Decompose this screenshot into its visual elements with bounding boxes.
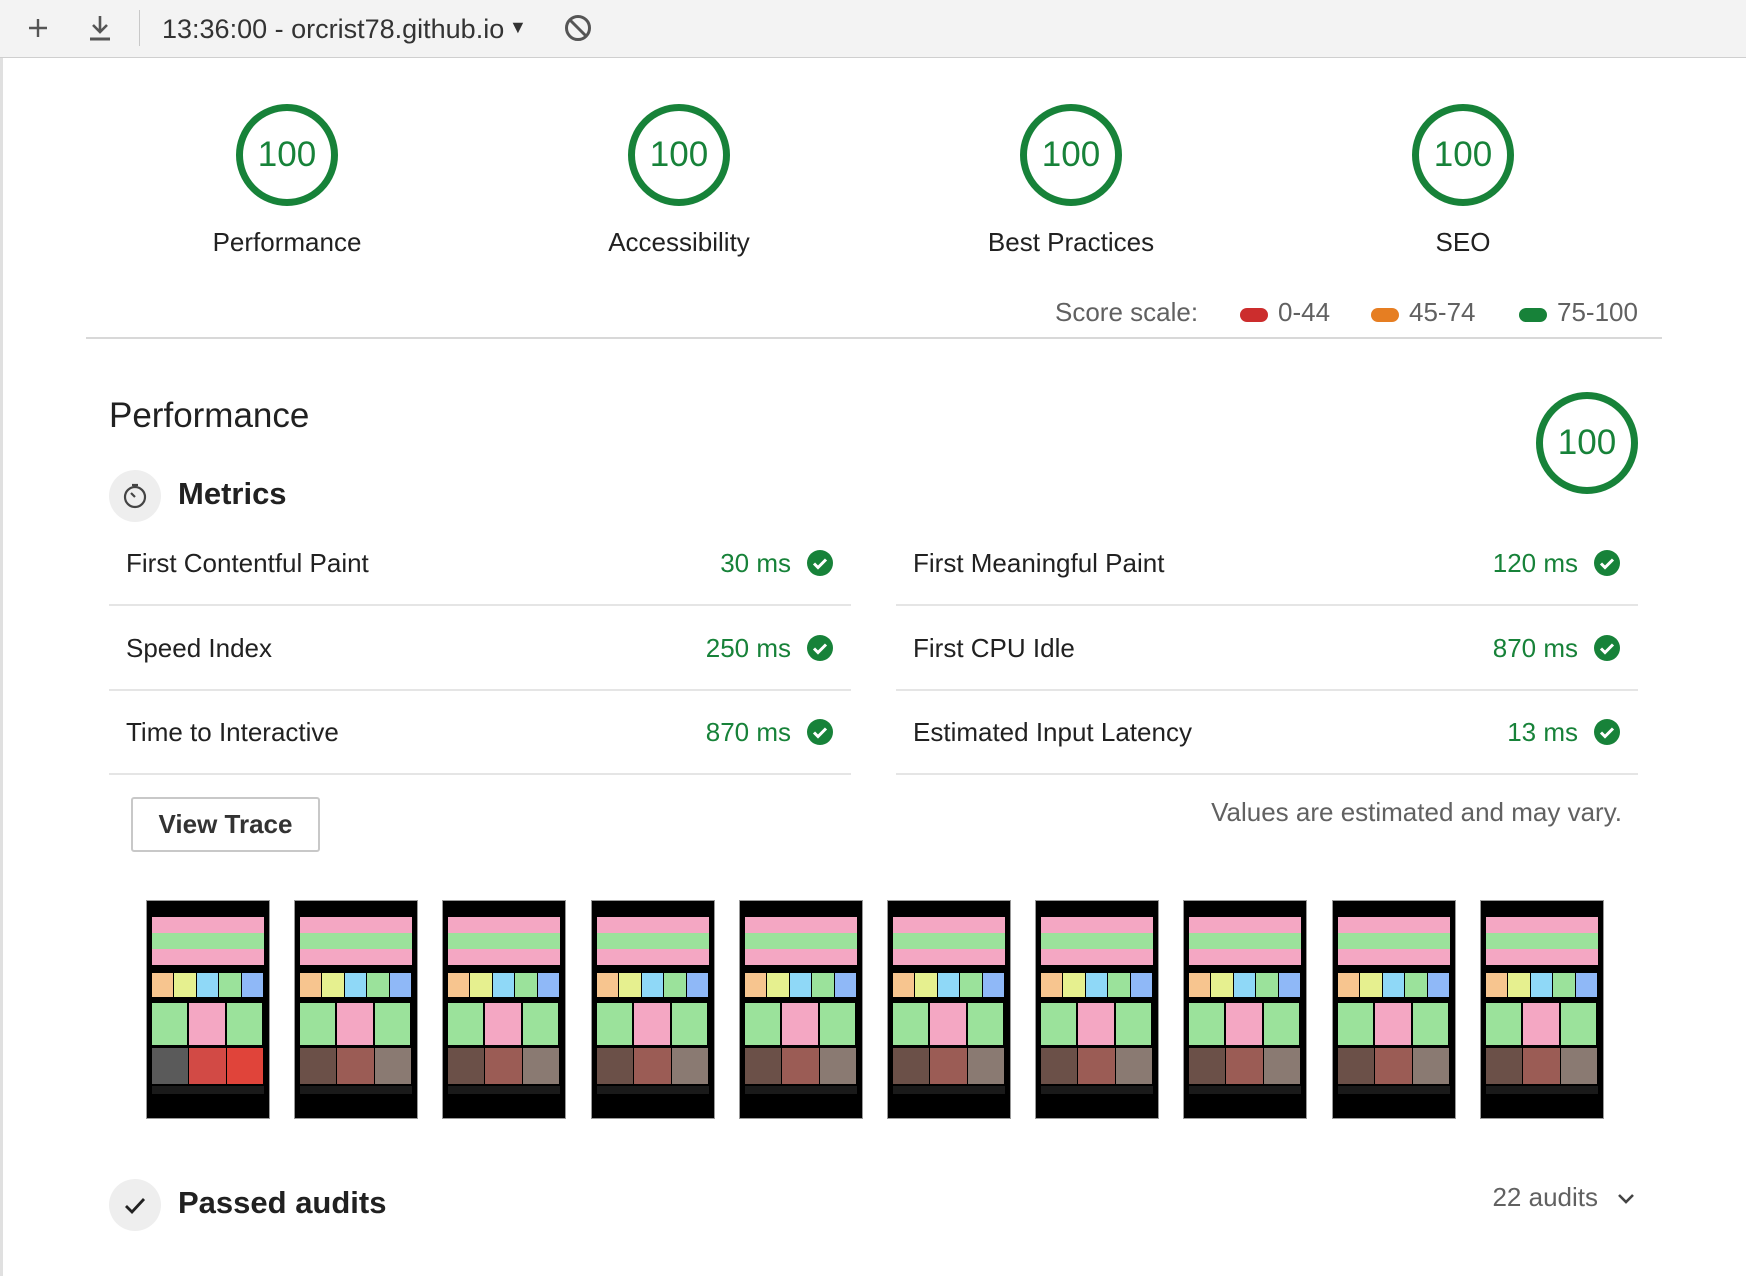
seo-gauge-label: SEO: [1435, 227, 1491, 257]
metric-estimated-input-latency: Estimated Input Latency 13 ms: [896, 691, 1638, 775]
filmstrip-frame: [294, 900, 418, 1119]
view-trace-button[interactable]: View Trace: [131, 797, 320, 852]
metric-name: Time to Interactive: [126, 717, 339, 747]
filmstrip-frame: [739, 900, 863, 1119]
best-practices-gauge[interactable]: 100: [1020, 104, 1122, 206]
scale-green-pill: [1519, 308, 1547, 322]
passed-audits-heading[interactable]: Passed audits: [178, 1185, 386, 1221]
seo-gauge[interactable]: 100: [1412, 104, 1514, 206]
metric-name: First CPU Idle: [913, 633, 1075, 663]
filmstrip-frame: [1332, 900, 1456, 1119]
check-circle-icon: [807, 635, 833, 661]
metric-value: 120 ms: [1492, 548, 1578, 578]
performance-gauge[interactable]: 100: [236, 104, 338, 206]
metric-value: 870 ms: [705, 717, 791, 747]
metrics-heading: Metrics: [178, 476, 287, 511]
score-scale-label: Score scale:: [1055, 297, 1199, 327]
scale-red-pill: [1240, 308, 1268, 322]
filmstrip-frame: [1183, 900, 1307, 1119]
metric-value: 250 ms: [705, 633, 791, 663]
check-circle-icon: [1594, 635, 1620, 661]
toolbar-separator: [139, 10, 140, 46]
metric-value: 13 ms: [1507, 717, 1578, 747]
passed-audits-count: 22 audits: [1492, 1182, 1598, 1212]
check-circle-icon: [1594, 719, 1620, 745]
devtools-toolbar: 13:36:00 - orcrist78.github.io ▼: [0, 0, 1746, 58]
timer-icon: [109, 470, 161, 522]
accessibility-gauge-label: Accessibility: [608, 227, 750, 257]
metric-value: 870 ms: [1492, 633, 1578, 663]
check-circle-icon: [1594, 550, 1620, 576]
download-icon[interactable]: [82, 10, 118, 46]
metric-first-cpu-idle: First CPU Idle 870 ms: [896, 607, 1638, 691]
performance-gauge-label: Performance: [212, 227, 362, 257]
checkmark-icon: [109, 1179, 161, 1231]
scale-red-range: 0-44: [1278, 297, 1331, 327]
chevron-down-icon[interactable]: [1611, 1184, 1641, 1214]
accessibility-gauge[interactable]: 100: [628, 104, 730, 206]
performance-section-gauge: 100: [1536, 392, 1638, 494]
metric-time-to-interactive: Time to Interactive 870 ms: [109, 691, 851, 775]
best-practices-gauge-label: Best Practices: [987, 227, 1155, 257]
scale-orange-range: 45-74: [1409, 297, 1476, 327]
section-divider: [86, 337, 1662, 339]
metric-name: First Meaningful Paint: [913, 548, 1165, 578]
performance-section-title: Performance: [109, 396, 310, 435]
filmstrip-frame: [1480, 900, 1604, 1119]
filmstrip-frame: [887, 900, 1011, 1119]
metric-name: First Contentful Paint: [126, 548, 369, 578]
filmstrip-frame: [146, 900, 270, 1119]
metric-first-meaningful-paint: First Meaningful Paint 120 ms: [896, 522, 1638, 606]
metric-name: Estimated Input Latency: [913, 717, 1192, 747]
metric-name: Speed Index: [126, 633, 273, 663]
caret-down-icon[interactable]: ▼: [509, 17, 527, 38]
check-circle-icon: [807, 719, 833, 745]
metric-speed-index: Speed Index 250 ms: [109, 607, 851, 691]
scale-orange-pill: [1371, 308, 1399, 322]
estimate-note: Values are estimated and may vary.: [1211, 797, 1622, 827]
plus-icon[interactable]: [20, 10, 56, 46]
metric-first-contentful-paint: First Contentful Paint 30 ms: [109, 522, 851, 606]
filmstrip-frame: [442, 900, 566, 1119]
block-icon[interactable]: [560, 10, 596, 46]
check-circle-icon: [807, 550, 833, 576]
metric-value: 30 ms: [720, 548, 791, 578]
filmstrip-frame: [1035, 900, 1159, 1119]
scale-green-range: 75-100: [1557, 297, 1638, 327]
filmstrip-frame: [591, 900, 715, 1119]
report-selector[interactable]: 13:36:00 - orcrist78.github.io: [162, 14, 504, 45]
panel-border: [0, 58, 3, 1276]
